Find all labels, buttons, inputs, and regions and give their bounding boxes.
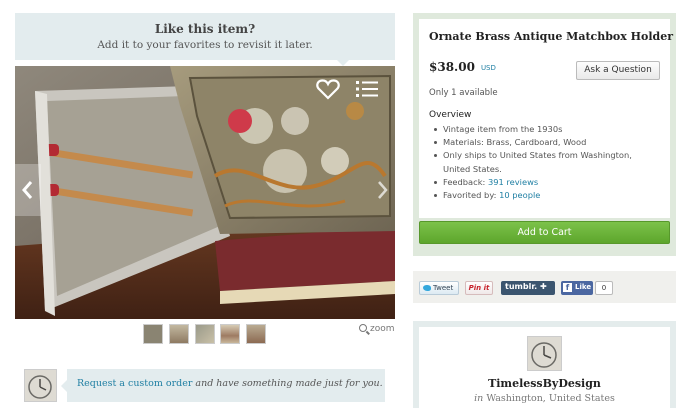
overview-item: Only ships to United States from Washing… [433, 149, 658, 175]
custom-order-prompt: Request a custom order and have somethin… [61, 369, 385, 402]
shop-location: in Washington, United States [419, 393, 670, 404]
availability-text: Only 1 available [429, 88, 498, 98]
share-bar: Tweet Pin it tumblr. ✚ f Like 0 [413, 271, 676, 303]
add-to-cart-button[interactable]: Add to Cart [419, 221, 670, 244]
shop-location-prefix: in [474, 393, 484, 404]
overview-heading: Overview [429, 110, 472, 120]
pin-it-button[interactable]: Pin it [465, 281, 493, 295]
thumbnail-1[interactable] [143, 324, 163, 344]
favorited-by-link[interactable]: 10 people [499, 190, 540, 200]
thumbnail-4[interactable] [220, 324, 240, 344]
request-custom-order-link[interactable]: Request a custom order [77, 378, 192, 389]
magnifier-icon [359, 324, 367, 332]
feedback-label: Feedback: [443, 176, 488, 187]
shop-name-link[interactable]: TimelessByDesign [419, 377, 670, 390]
overview-item: Materials: Brass, Cardboard, Wood [433, 136, 658, 149]
listing-details: Ornate Brass Antique Matchbox Holder $38… [419, 19, 674, 218]
clock-avatar-icon [25, 370, 56, 401]
reviews-link[interactable]: 391 reviews [488, 177, 538, 187]
overview-item: Vintage item from the 1930s [433, 123, 658, 136]
shop-owner-avatar[interactable] [24, 369, 57, 402]
item-title: Ornate Brass Antique Matchbox Holder [429, 30, 674, 43]
facebook-icon: f [563, 283, 572, 292]
zoom-button[interactable]: zoom [359, 324, 395, 334]
favorited-label: Favorited by: [443, 190, 500, 201]
overview-list: Vintage item from the 1930s Materials: B… [433, 123, 658, 202]
previous-image-button[interactable] [15, 164, 41, 216]
favorite-prompt: Like this item? Add it to your favorites… [15, 13, 395, 66]
thumbnail-3[interactable] [195, 324, 215, 344]
next-image-button[interactable] [369, 164, 395, 216]
zoom-label: zoom [370, 324, 395, 334]
clock-avatar-icon [528, 337, 561, 370]
favorite-heart-icon[interactable] [316, 78, 340, 100]
overview-item-favorited: Favorited by: 10 people [433, 189, 658, 202]
facebook-like-count: 0 [595, 281, 613, 295]
thumbnail-2[interactable] [169, 324, 189, 344]
chevron-left-icon [22, 181, 33, 199]
twitter-bird-icon [423, 285, 431, 291]
shop-box: TimelessByDesign in Washington, United S… [413, 321, 676, 408]
facebook-like-button[interactable]: f Like [561, 281, 593, 295]
thumbnail-5[interactable] [246, 324, 266, 344]
shop-avatar[interactable] [527, 336, 562, 371]
favorite-prompt-title: Like this item? [154, 22, 256, 36]
tweet-label: Tweet [433, 284, 454, 292]
ask-question-button[interactable]: Ask a Question [576, 61, 660, 80]
product-photo[interactable] [15, 66, 395, 319]
item-price: $38.00 USD [429, 60, 496, 74]
tumblr-button[interactable]: tumblr. ✚ [501, 281, 555, 295]
matchbox-image [15, 66, 395, 319]
shop-info: TimelessByDesign in Washington, United S… [419, 327, 670, 408]
chevron-right-icon [378, 181, 388, 199]
add-to-list-icon[interactable] [356, 80, 378, 98]
currency-code: USD [480, 64, 496, 72]
tweet-button[interactable]: Tweet [419, 281, 459, 295]
overview-item-feedback: Feedback: 391 reviews [433, 176, 658, 189]
custom-order-text: and have something made just for you. [192, 378, 383, 389]
buy-box: Ornate Brass Antique Matchbox Holder $38… [413, 13, 676, 256]
shop-location-text: Washington, United States [483, 393, 615, 404]
facebook-like-label: Like [575, 283, 592, 291]
favorite-prompt-subtitle: Add it to your favorites to revisit it l… [97, 39, 313, 51]
price-value: $38.00 [429, 60, 475, 74]
